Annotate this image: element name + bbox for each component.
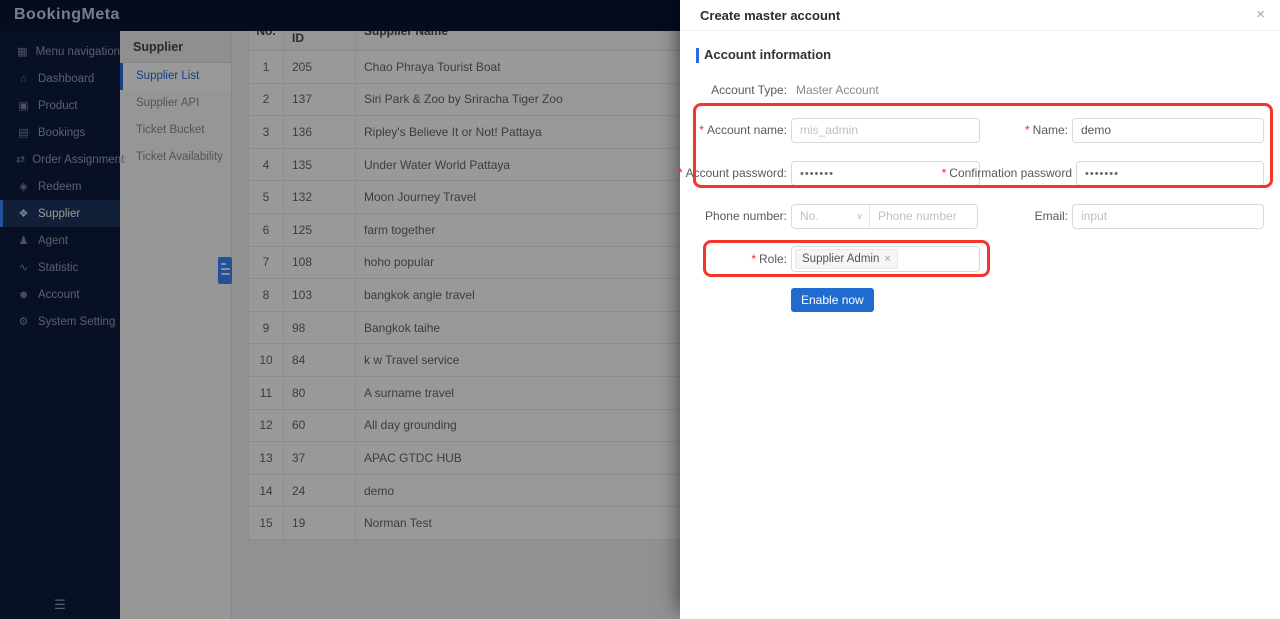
phone-number-label: Phone number: xyxy=(620,204,787,229)
role-label: *Role: xyxy=(620,246,787,272)
confirmation-password-input[interactable]: ••••••• xyxy=(1076,161,1264,186)
required-mark: * xyxy=(751,252,756,266)
account-password-label: *Account password: xyxy=(620,161,787,186)
confirmation-password-label: *Confirmation password xyxy=(918,161,1072,186)
email-input[interactable]: input xyxy=(1072,204,1264,229)
close-icon[interactable]: × xyxy=(1256,6,1265,24)
create-master-account-drawer: Create master account × Account informat… xyxy=(680,0,1280,619)
required-mark: * xyxy=(699,123,704,137)
section-accent-bar xyxy=(696,48,699,63)
role-select[interactable]: Supplier Admin × xyxy=(791,246,980,272)
account-type-label: Account Type: xyxy=(620,78,787,103)
required-mark: * xyxy=(678,166,683,180)
required-mark: * xyxy=(1025,123,1030,137)
role-tag: Supplier Admin × xyxy=(795,249,898,269)
tag-close-icon[interactable]: × xyxy=(884,253,890,265)
email-label: Email: xyxy=(918,204,1068,229)
account-name-label: *Account name: xyxy=(620,118,787,143)
section-title: Account information xyxy=(704,47,831,62)
phone-country-select[interactable]: No. ∨ xyxy=(792,205,870,228)
app-root: No. Supplier ID Supplier Name 1205Chao P… xyxy=(0,0,1280,619)
drawer-title: Create master account xyxy=(700,8,840,23)
enable-now-button[interactable]: Enable now xyxy=(791,288,874,312)
required-mark: * xyxy=(942,166,947,180)
account-type-value: Master Account xyxy=(796,82,879,99)
chevron-down-icon: ∨ xyxy=(856,205,863,228)
name-input[interactable]: demo xyxy=(1072,118,1264,143)
name-label: *Name: xyxy=(918,118,1068,143)
